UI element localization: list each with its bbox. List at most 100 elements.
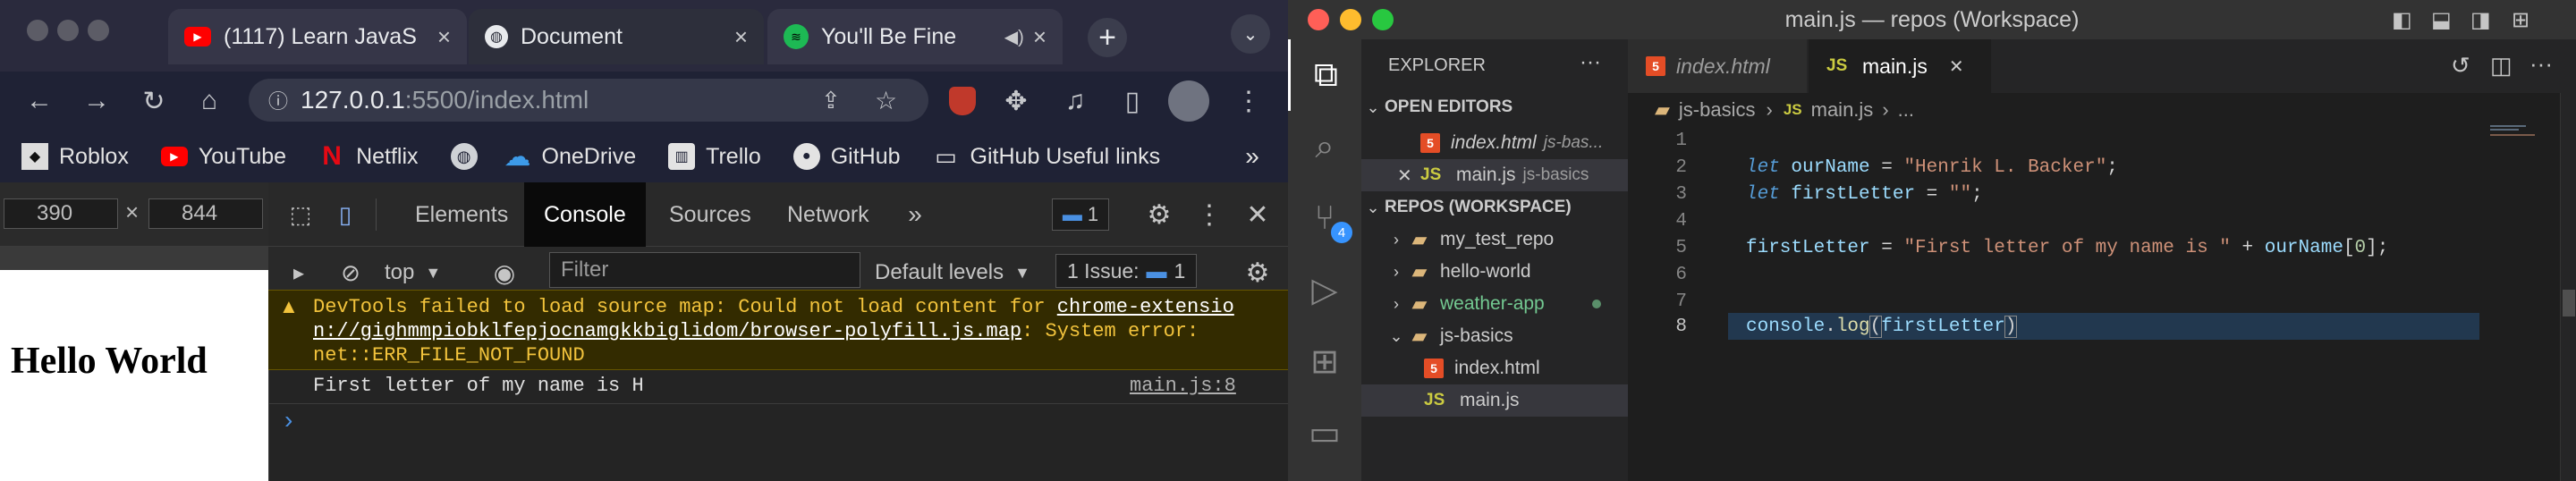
line-number: 4 — [1675, 210, 1687, 232]
close-icon[interactable]: ✕ — [1397, 165, 1420, 187]
code-line-active[interactable]: 8 console.log(firstLetter) — [1628, 313, 2522, 340]
extensions-activity[interactable]: ⊞ — [1288, 325, 1361, 397]
tab-console[interactable]: Console — [524, 182, 646, 247]
toggle-secondary-sidebar-icon[interactable]: ◨ — [2470, 7, 2491, 33]
timeline-icon[interactable]: ↺ — [2451, 52, 2470, 80]
breadcrumb-folder[interactable]: js-basics — [1679, 98, 1756, 122]
bookmark-youtube[interactable]: ▶ YouTube — [160, 144, 286, 170]
console-filter-input[interactable]: Filter — [549, 252, 860, 288]
tree-folder-my-test-repo[interactable]: › ▰ my_test_repo — [1361, 224, 1628, 256]
forward-button[interactable]: → — [77, 72, 116, 131]
back-button[interactable]: ← — [20, 72, 59, 131]
ublock-extension[interactable] — [943, 72, 982, 131]
side-panel-button[interactable]: ▯ — [1113, 72, 1152, 131]
window-minimize-dot[interactable] — [57, 20, 79, 41]
close-icon[interactable]: ✕ — [1949, 55, 1964, 78]
bookmark-github[interactable]: ● GitHub — [792, 143, 901, 170]
devtools-settings-button[interactable]: ⚙ — [1143, 182, 1175, 247]
devtools-menu-button[interactable]: ⋮ — [1193, 182, 1225, 247]
toggle-sidebar-icon[interactable]: ◧ — [2392, 7, 2412, 33]
tab-elements[interactable]: Elements — [397, 182, 526, 247]
bookmark-folder-github-links[interactable]: ▭ GitHub Useful links — [933, 143, 1160, 170]
source-control-activity[interactable]: ⑂ — [1288, 182, 1361, 254]
home-button[interactable]: ⌂ — [190, 72, 229, 131]
speaker-icon[interactable]: ◀) — [1004, 26, 1024, 48]
tab-document[interactable]: ◍ Document × — [469, 9, 764, 64]
share-icon[interactable]: ⇪ — [821, 87, 841, 114]
media-button[interactable]: ♫ — [1055, 72, 1095, 131]
bookmarks-more-button[interactable]: » — [1234, 131, 1270, 182]
log-source-link[interactable]: main.js:8 — [1130, 375, 1236, 397]
scrollbar-thumb[interactable] — [2563, 290, 2575, 316]
bookmark-netflix[interactable]: N Netflix — [318, 141, 418, 171]
tab-search-button[interactable]: ⌄ — [1231, 14, 1270, 54]
tab-network[interactable]: Network — [771, 182, 886, 247]
window-zoom-dot[interactable] — [1372, 9, 1394, 30]
inspect-element-button[interactable]: ⬚ — [284, 182, 317, 247]
close-tab-icon[interactable]: × — [734, 23, 748, 51]
address-bar[interactable]: ⓘ 127.0.0.1:5500/index.html ⇪ ☆ — [249, 79, 928, 122]
editor-tab-index-html[interactable]: 5 index.html — [1628, 39, 1807, 93]
breadcrumb-file[interactable]: main.js — [1811, 98, 1874, 122]
breadcrumb-symbol[interactable]: ... — [1898, 98, 1914, 122]
workspace-header[interactable]: ⌄ REPOS (WORKSPACE) — [1361, 191, 1628, 224]
window-close-dot[interactable] — [27, 20, 48, 41]
tab-sources[interactable]: Sources — [653, 182, 767, 247]
window-zoom-dot[interactable] — [88, 20, 109, 41]
new-tab-button[interactable]: + — [1088, 18, 1127, 57]
code-line[interactable]: 4 — [1628, 207, 2522, 234]
editor-more-icon[interactable]: ··· — [2529, 50, 2553, 78]
console-prompt[interactable]: › — [284, 406, 292, 435]
extensions-button[interactable]: ✥ — [996, 72, 1036, 131]
tree-file-main-js[interactable]: JS main.js — [1361, 384, 1628, 417]
issues-button[interactable]: 1 Issue: ▬ 1 — [1055, 254, 1198, 288]
explorer-activity[interactable]: ⧉ — [1288, 39, 1361, 111]
bookmark-onedrive[interactable]: ☁ OneDrive — [504, 142, 637, 172]
devtools-close-button[interactable]: ✕ — [1241, 182, 1274, 247]
explorer-more-icon[interactable]: ··· — [1580, 50, 1601, 75]
open-editor-index-html[interactable]: 5 index.html js-bas... — [1361, 127, 1628, 159]
side-panel-icon: ▯ — [1124, 86, 1140, 116]
code-line[interactable]: 2 let ourName = "Henrik L. Backer"; — [1628, 154, 2522, 181]
bookmark-roblox[interactable]: ◆ Roblox — [21, 143, 129, 170]
search-activity[interactable]: ⌕ — [1288, 111, 1361, 182]
warning-link-cont[interactable]: n://gighmmpiobklfepjocnamgkkbiglidom/bro… — [313, 320, 1021, 342]
tree-folder-weather-app[interactable]: › ▰ weather-app — [1361, 288, 1628, 320]
run-debug-activity[interactable]: ▷ — [1288, 254, 1361, 325]
close-tab-icon[interactable]: × — [1033, 23, 1046, 51]
tree-folder-js-basics[interactable]: ⌄ ▰ js-basics — [1361, 320, 1628, 352]
split-editor-icon[interactable]: ◫ — [2490, 52, 2512, 80]
code-line[interactable]: 3 let firstLetter = ""; — [1628, 181, 2522, 207]
bookmark-globe[interactable]: ◍ — [450, 143, 488, 170]
close-tab-icon[interactable]: × — [437, 23, 451, 51]
code-line[interactable]: 1 — [1628, 127, 2522, 154]
tab-youtube[interactable]: ▶ (1117) Learn JavaS × — [168, 9, 467, 64]
code-line[interactable]: 5 firstLetter = "First letter of my name … — [1628, 234, 2522, 261]
tab-spotify[interactable]: ≋ You'll Be Fine ◀) × — [767, 9, 1063, 64]
messages-badge[interactable]: ▬ 1 — [1052, 198, 1109, 231]
editor-tab-main-js[interactable]: JS main.js ✕ — [1809, 39, 1991, 93]
star-icon[interactable]: ☆ — [875, 86, 897, 115]
tree-folder-hello-world[interactable]: › ▰ hello-world — [1361, 256, 1628, 288]
bookmark-trello[interactable]: ▥ Trello — [668, 143, 761, 170]
window-minimize-dot[interactable] — [1340, 9, 1361, 30]
code-line[interactable]: 7 — [1628, 288, 2522, 315]
device-toggle-button[interactable]: ▯ — [329, 182, 361, 247]
viewport-width-input[interactable]: 390 — [4, 198, 118, 229]
open-editors-header[interactable]: ⌄ OPEN EDITORS — [1361, 91, 1628, 123]
remote-explorer-activity[interactable]: ▭ — [1288, 397, 1361, 468]
editor-scrollbar[interactable] — [2560, 93, 2576, 481]
warning-link[interactable]: chrome-extensio — [1057, 296, 1234, 318]
tree-file-index-html[interactable]: 5 index.html — [1361, 352, 1628, 384]
more-tabs-button[interactable]: » — [902, 182, 928, 247]
code-line[interactable]: 6 — [1628, 261, 2522, 288]
reload-button[interactable]: ↻ — [134, 72, 174, 131]
window-close-dot[interactable] — [1308, 9, 1329, 30]
open-editor-main-js[interactable]: ✕ JS main.js js-basics — [1361, 159, 1628, 191]
customize-layout-icon[interactable]: ⊞ — [2512, 7, 2529, 33]
profile-avatar[interactable] — [1168, 80, 1209, 122]
minimap[interactable] — [2487, 93, 2558, 481]
viewport-height-input[interactable]: 844 — [148, 198, 263, 229]
toggle-panel-icon[interactable]: ⬓ — [2431, 7, 2452, 33]
chrome-menu-button[interactable]: ⋮ — [1229, 72, 1268, 131]
